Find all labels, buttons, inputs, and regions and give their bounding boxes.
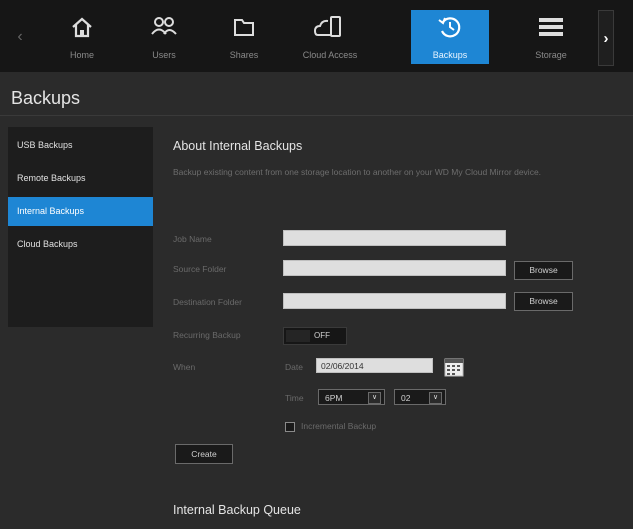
sidebar-item-cloud-backups[interactable]: Cloud Backups xyxy=(8,230,153,259)
storage-icon xyxy=(539,18,563,36)
destination-browse-button[interactable]: Browse xyxy=(514,292,573,311)
job-name-label: Job Name xyxy=(173,234,212,244)
chevron-down-icon: ∨ xyxy=(429,392,442,404)
destination-folder-label: Destination Folder xyxy=(173,297,242,307)
date-input[interactable]: 02/06/2014 xyxy=(316,358,433,373)
nav-label-users: Users xyxy=(152,50,176,60)
section-description: Backup existing content from one storage… xyxy=(173,167,542,177)
recurring-backup-label: Recurring Backup xyxy=(173,330,241,340)
nav-item-shares[interactable]: Shares xyxy=(205,10,283,64)
minute-select[interactable]: 02 ∨ xyxy=(394,389,446,405)
sidebar-item-usb-backups[interactable]: USB Backups xyxy=(8,131,153,160)
folder-icon xyxy=(234,19,254,36)
nav-right-arrow[interactable]: › xyxy=(598,10,614,66)
nav-label-cloud-access: Cloud Access xyxy=(302,50,358,60)
nav-item-home[interactable]: Home xyxy=(43,10,121,64)
chevron-left-icon: ‹ xyxy=(17,28,23,45)
nav-label-shares: Shares xyxy=(229,50,259,60)
queue-heading: Internal Backup Queue xyxy=(173,503,301,517)
top-nav: ‹ Home Users Shares Cloud Access Backups… xyxy=(0,0,633,72)
when-label: When xyxy=(173,362,196,372)
section-heading: About Internal Backups xyxy=(173,139,303,153)
nav-left-arrow[interactable]: ‹ xyxy=(12,10,28,64)
toggle-knob xyxy=(286,330,310,342)
nav-label-storage: Storage xyxy=(535,50,567,60)
nav-item-backups[interactable]: Backups xyxy=(411,10,489,64)
incremental-backup-label: Incremental Backup xyxy=(301,421,377,431)
minute-value: 02 xyxy=(401,393,411,403)
destination-folder-input[interactable] xyxy=(283,293,506,309)
source-folder-label: Source Folder xyxy=(173,264,227,274)
time-label: Time xyxy=(285,393,304,403)
nav-label-home: Home xyxy=(69,50,94,60)
home-icon xyxy=(72,17,92,38)
title-divider xyxy=(0,115,633,116)
hour-select[interactable]: 6PM ∨ xyxy=(318,389,385,405)
recurring-backup-toggle[interactable]: OFF xyxy=(283,327,347,345)
page-title: Backups xyxy=(11,88,81,108)
chevron-down-icon: ∨ xyxy=(368,392,381,404)
calendar-icon[interactable] xyxy=(444,357,464,377)
nav-item-storage[interactable]: Storage xyxy=(512,10,590,64)
sidebar-item-remote-backups[interactable]: Remote Backups xyxy=(8,164,153,193)
nav-item-cloud-access[interactable]: Cloud Access xyxy=(291,10,369,64)
incremental-backup-checkbox[interactable] xyxy=(285,422,295,432)
create-button[interactable]: Create xyxy=(175,444,233,464)
source-folder-input[interactable] xyxy=(283,260,506,276)
hour-value: 6PM xyxy=(325,393,343,403)
sidebar-item-internal-backups[interactable]: Internal Backups xyxy=(8,197,153,226)
sidebar: USB Backups Remote Backups Internal Back… xyxy=(8,127,153,327)
nav-item-users[interactable]: Users xyxy=(125,10,203,64)
date-label: Date xyxy=(285,362,303,372)
users-icon xyxy=(151,17,177,35)
chevron-right-icon: › xyxy=(603,29,609,47)
toggle-state: OFF xyxy=(314,331,330,340)
nav-label-backups: Backups xyxy=(432,50,468,60)
source-browse-button[interactable]: Browse xyxy=(514,261,573,280)
job-name-input[interactable] xyxy=(283,230,506,246)
cloud-device-icon xyxy=(313,16,341,37)
history-icon xyxy=(438,17,461,38)
